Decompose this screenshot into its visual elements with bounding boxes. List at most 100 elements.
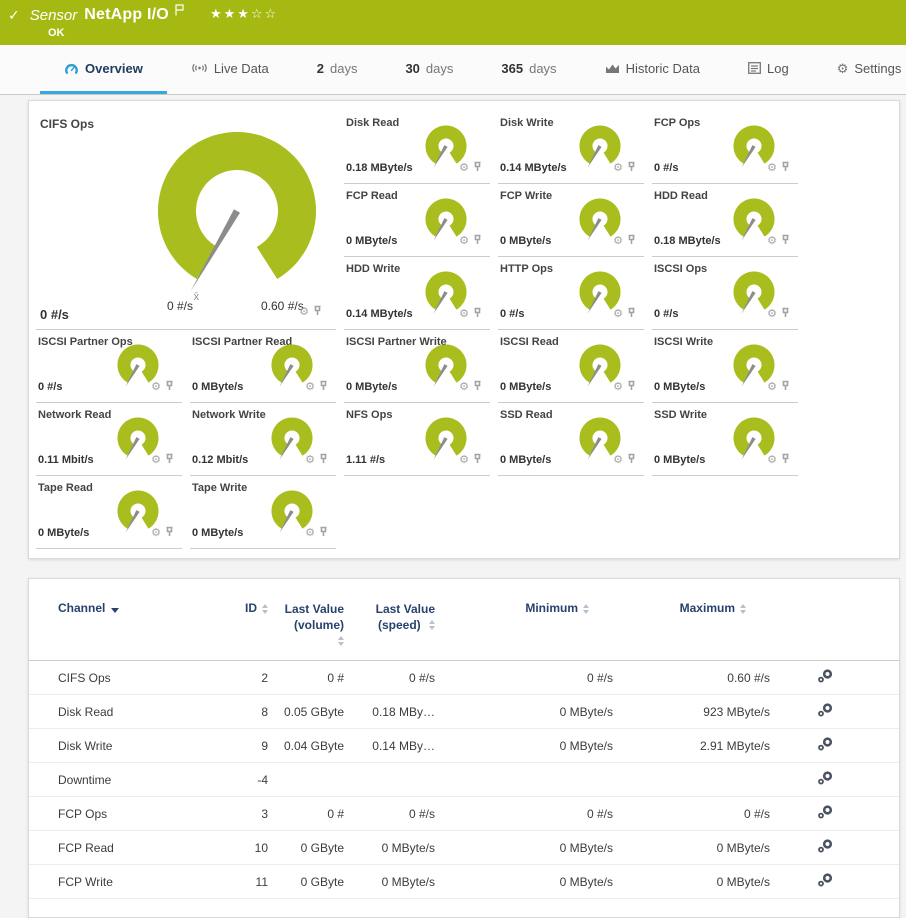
edit-channel-button[interactable] xyxy=(816,872,834,891)
gauge-cell-hdd-write: HDD Write0.14 MByte/s⚙ xyxy=(344,257,490,330)
cell-maximum: 0 MByte/s xyxy=(613,841,770,855)
gauge-grid: CIFS Ops x̄ 0 #/s 0.60 #/s 0 #/s ⚙ Disk … xyxy=(29,101,899,549)
table-row-downtime: Downtime-4 xyxy=(29,763,899,797)
tab-historic-data[interactable]: Historic Data xyxy=(581,45,724,94)
gauge-settings-gear-icon[interactable]: ⚙ xyxy=(459,236,469,247)
gauge-settings-gear-icon[interactable]: ⚙ xyxy=(459,455,469,466)
gauge-pin-icon[interactable] xyxy=(781,305,790,323)
gauge-pin-icon[interactable] xyxy=(627,232,636,250)
gauge-pin-icon[interactable] xyxy=(473,305,482,323)
gauge-pin-icon[interactable] xyxy=(313,303,322,321)
edit-channel-button[interactable] xyxy=(816,770,834,789)
edit-channel-button[interactable] xyxy=(816,804,834,823)
cell-channel[interactable]: FCP Read xyxy=(58,841,213,855)
flag-icon[interactable] xyxy=(175,3,184,21)
cell-channel[interactable]: CIFS Ops xyxy=(58,671,213,685)
gauge-settings-gear-icon[interactable]: ⚙ xyxy=(459,382,469,393)
gauge-pin-icon[interactable] xyxy=(165,524,174,542)
tab-30-days[interactable]: 30days xyxy=(381,45,477,94)
tab-2-days[interactable]: 2days xyxy=(293,45,382,94)
edit-channel-button[interactable] xyxy=(816,736,834,755)
gauge-pin-icon[interactable] xyxy=(781,232,790,250)
gauge-settings-gear-icon[interactable]: ⚙ xyxy=(613,236,623,247)
primary-gauge-cell: CIFS Ops x̄ 0 #/s 0.60 #/s 0 #/s ⚙ xyxy=(36,111,336,330)
gauge-pin-icon[interactable] xyxy=(319,378,328,396)
channel-table-panel: Channel ID Last Value(volume) Last Value… xyxy=(28,578,900,918)
column-header-id[interactable]: ID xyxy=(245,601,268,615)
gauge-settings-gear-icon[interactable]: ⚙ xyxy=(151,382,161,393)
gauge-label: Tape Read xyxy=(38,482,93,494)
gauge-value: 0 MByte/s xyxy=(654,454,705,466)
gauge-pin-icon[interactable] xyxy=(165,378,174,396)
cell-id: 9 xyxy=(213,739,268,753)
gauge-value: 0.18 MByte/s xyxy=(346,162,413,174)
gauge-label: ISCSI Read xyxy=(500,336,559,348)
tab-overview[interactable]: Overview xyxy=(40,45,167,94)
gauge-pin-icon[interactable] xyxy=(473,451,482,469)
cell-last-value-speed: 0.18 MBy… xyxy=(344,705,435,719)
tab-365-days[interactable]: 365days xyxy=(477,45,580,94)
gauge-cell-fcp-ops: FCP Ops0 #/s⚙ xyxy=(652,111,798,184)
edit-channel-button[interactable] xyxy=(816,668,834,687)
gauge-settings-gear-icon[interactable]: ⚙ xyxy=(151,528,161,539)
gauge-cell-fcp-write: FCP Write0 MByte/s⚙ xyxy=(498,184,644,257)
gauge-value: 0 #/s xyxy=(654,308,678,320)
column-header-last-value-speed[interactable]: Last Value(speed) xyxy=(376,601,435,633)
gauge-label: Network Write xyxy=(192,409,266,421)
gauge-settings-gear-icon[interactable]: ⚙ xyxy=(305,382,315,393)
gauge-settings-gear-icon[interactable]: ⚙ xyxy=(305,528,315,539)
gauge-pin-icon[interactable] xyxy=(473,232,482,250)
gauge-cell-network-read: Network Read 0.11 Mbit/s ⚙ xyxy=(36,403,182,476)
gauge-pin-icon[interactable] xyxy=(627,451,636,469)
gauge-settings-gear-icon[interactable]: ⚙ xyxy=(613,455,623,466)
gauge-settings-gear-icon[interactable]: ⚙ xyxy=(299,307,309,318)
tab-live-data[interactable]: Live Data xyxy=(167,45,293,94)
edit-channel-button[interactable] xyxy=(816,838,834,857)
cell-channel[interactable]: Downtime xyxy=(58,773,213,787)
gauge-settings-gear-icon[interactable]: ⚙ xyxy=(151,455,161,466)
edit-channel-button[interactable] xyxy=(816,702,834,721)
priority-stars[interactable]: ★★★☆☆ xyxy=(210,6,278,22)
gauge-pin-icon[interactable] xyxy=(319,524,328,542)
gauge-value: 0.11 Mbit/s xyxy=(38,454,94,466)
gauge-pin-icon[interactable] xyxy=(473,159,482,177)
cell-last-value-volume: 0.05 GByte xyxy=(268,705,344,719)
cell-last-value-speed: 0 #/s xyxy=(344,807,435,821)
cell-channel[interactable]: Disk Read xyxy=(58,705,213,719)
gauge-pin-icon[interactable] xyxy=(165,451,174,469)
cell-last-value-volume: 0 # xyxy=(268,807,344,821)
gauge-pin-icon[interactable] xyxy=(781,451,790,469)
gauge-settings-gear-icon[interactable]: ⚙ xyxy=(459,309,469,320)
gauge-settings-gear-icon[interactable]: ⚙ xyxy=(767,309,777,320)
gauge-value: 0 MByte/s xyxy=(500,454,551,466)
tab-settings[interactable]: ⚙Settings xyxy=(813,45,906,94)
gauge-settings-gear-icon[interactable]: ⚙ xyxy=(613,382,623,393)
gauge-pin-icon[interactable] xyxy=(319,451,328,469)
cell-channel[interactable]: Disk Write xyxy=(58,739,213,753)
gauge-pin-icon[interactable] xyxy=(627,159,636,177)
gauge-pin-icon[interactable] xyxy=(627,378,636,396)
gauge-pin-icon[interactable] xyxy=(781,159,790,177)
gauge-settings-gear-icon[interactable]: ⚙ xyxy=(767,163,777,174)
column-header-minimum[interactable]: Minimum xyxy=(525,601,613,615)
cell-channel[interactable]: FCP Write xyxy=(58,875,213,889)
gauge-pin-icon[interactable] xyxy=(627,305,636,323)
gauge-settings-gear-icon[interactable]: ⚙ xyxy=(767,382,777,393)
gauge-cell-iscsi-partner-read: ISCSI Partner Read0 MByte/s⚙ xyxy=(190,330,336,403)
gauge-settings-gear-icon[interactable]: ⚙ xyxy=(767,455,777,466)
tab-log[interactable]: Log xyxy=(724,45,813,94)
gauge-label: Network Read xyxy=(38,409,111,421)
column-header-last-value-volume[interactable]: Last Value(volume) xyxy=(285,601,344,646)
gauge-pin-icon[interactable] xyxy=(781,378,790,396)
cell-minimum: 0 MByte/s xyxy=(435,841,613,855)
gauge-pin-icon[interactable] xyxy=(473,378,482,396)
gauge-settings-gear-icon[interactable]: ⚙ xyxy=(613,309,623,320)
gauge-settings-gear-icon[interactable]: ⚙ xyxy=(459,163,469,174)
gauge-settings-gear-icon[interactable]: ⚙ xyxy=(613,163,623,174)
gauge-settings-gear-icon[interactable]: ⚙ xyxy=(305,455,315,466)
primary-gauge: x̄ xyxy=(142,127,332,308)
cell-channel[interactable]: FCP Ops xyxy=(58,807,213,821)
column-header-channel[interactable]: Channel xyxy=(58,601,119,615)
column-header-maximum[interactable]: Maximum xyxy=(680,601,770,615)
gauge-settings-gear-icon[interactable]: ⚙ xyxy=(767,236,777,247)
